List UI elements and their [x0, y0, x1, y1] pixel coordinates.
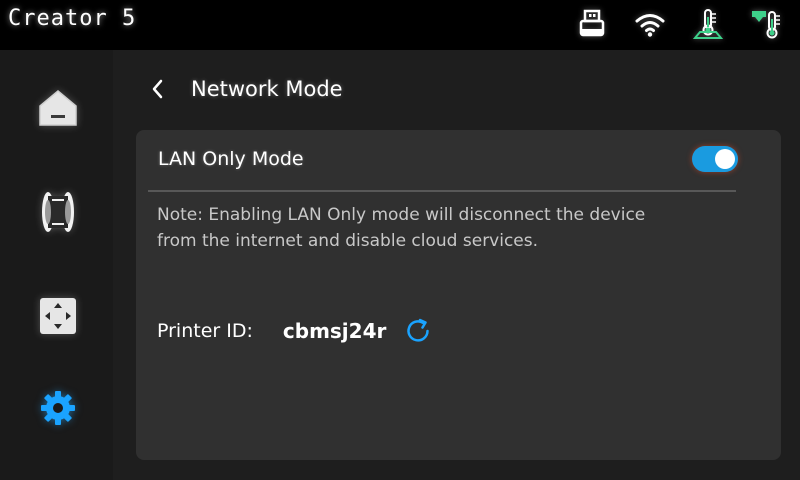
gear-icon — [41, 391, 75, 425]
home-icon — [39, 90, 77, 126]
printer-id-label: Printer ID: — [157, 320, 253, 342]
refresh-button[interactable] — [402, 315, 434, 347]
wifi-icon[interactable] — [634, 8, 666, 40]
toggle-knob — [715, 149, 735, 169]
sidebar-item-filament[interactable] — [30, 184, 86, 240]
status-icons — [576, 8, 782, 40]
note-line-1: Note: Enabling LAN Only mode will discon… — [157, 205, 646, 225]
top-status-bar: Creator 5 — [0, 0, 800, 50]
page-header: Network Mode — [145, 72, 343, 106]
note-line-2: from the internet and disable cloud serv… — [157, 231, 539, 251]
main-panel: Network Mode LAN Only Mode Note: Enablin… — [113, 50, 800, 480]
app-title: Creator 5 — [8, 6, 137, 31]
printer-screen: Creator 5 Network Mode LAN Only Mode Not… — [0, 0, 800, 480]
sidebar-item-settings[interactable] — [30, 380, 86, 436]
page-title: Network Mode — [191, 77, 343, 101]
lan-mode-row: LAN Only Mode — [158, 142, 738, 176]
printer-id-row: Printer ID: cbmsj24r — [157, 315, 434, 347]
move-axes-icon — [40, 298, 76, 334]
refresh-icon — [407, 318, 430, 342]
lan-mode-toggle[interactable] — [692, 146, 738, 172]
back-button[interactable] — [145, 72, 169, 106]
chevron-left-icon — [152, 79, 163, 99]
lan-mode-label: LAN Only Mode — [158, 148, 304, 170]
sidebar — [0, 50, 113, 480]
bed-temperature-icon[interactable] — [692, 8, 724, 40]
divider — [148, 190, 736, 192]
sidebar-item-move[interactable] — [30, 288, 86, 344]
nozzle-temperature-icon[interactable] — [750, 8, 782, 40]
filament-spool-icon — [42, 192, 74, 232]
settings-card: LAN Only Mode Note: Enabling LAN Only mo… — [136, 130, 781, 460]
lan-mode-note: Note: Enabling LAN Only mode will discon… — [157, 202, 757, 254]
printer-id-value: cbmsj24r — [282, 319, 387, 343]
usb-icon[interactable] — [576, 8, 608, 40]
sidebar-item-home[interactable] — [30, 80, 86, 136]
